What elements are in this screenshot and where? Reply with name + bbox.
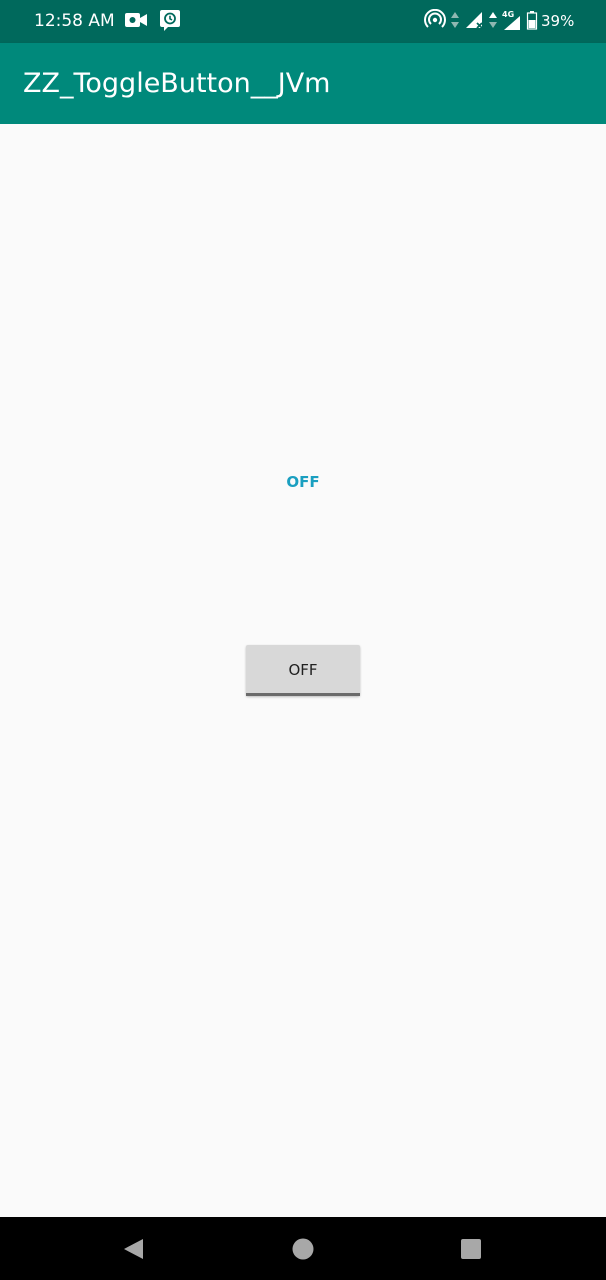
4g-signal-icon: 4G: [502, 10, 522, 33]
app-bar: ZZ_ToggleButton__JVm: [0, 43, 606, 124]
battery-icon: [526, 9, 538, 35]
back-icon[interactable]: [122, 1237, 146, 1261]
network-type-label: 4G: [502, 10, 515, 19]
toggle-button-label: OFF: [288, 661, 318, 679]
status-time: 12:58 AM: [34, 11, 115, 31]
alarm-icon: [159, 9, 181, 35]
app-title: ZZ_ToggleButton__JVm: [23, 68, 331, 99]
main-content: OFF OFF: [0, 124, 606, 1217]
data-arrows-icon: [450, 9, 460, 35]
data-arrows-icon: [488, 9, 498, 35]
toggle-state-text: OFF: [286, 473, 320, 491]
status-left-icons: [124, 9, 181, 35]
toggle-indicator-bar: [246, 693, 360, 696]
battery-percent: 39%: [541, 12, 575, 30]
signal-no-data-icon: [464, 9, 484, 35]
video-camera-icon: [124, 9, 148, 35]
recents-icon[interactable]: [459, 1237, 483, 1261]
toggle-button[interactable]: OFF: [246, 645, 360, 696]
home-icon[interactable]: [291, 1237, 315, 1261]
status-bar: 12:58 AM 4G 39%: [0, 0, 606, 43]
navigation-bar: [0, 1217, 606, 1280]
hotspot-icon: [424, 8, 446, 35]
status-right-icons: 4G: [424, 8, 538, 35]
